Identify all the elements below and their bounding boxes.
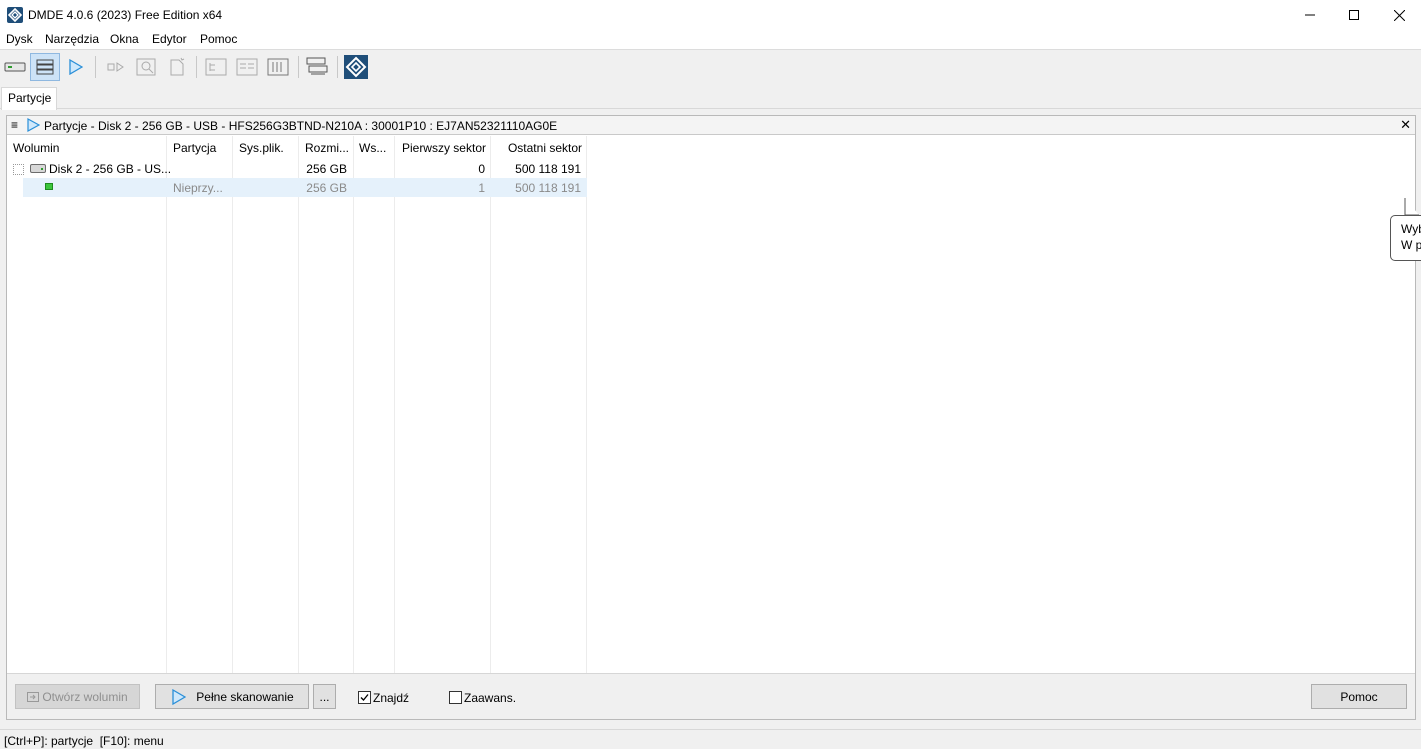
status-text: [Ctrl+P]: partycje [F10]: menu — [4, 734, 164, 748]
open-volume-label: Otwórz wolumin — [42, 689, 128, 704]
cell-last-sector: 500 118 191 — [515, 181, 581, 195]
cell-rozmiar: 256 GB — [306, 162, 347, 176]
tooltip-balloon: Wyb W p — [1390, 215, 1421, 261]
cell-first-sector: 0 — [478, 162, 485, 176]
column-divider — [353, 136, 354, 673]
toolbar-separator — [196, 56, 197, 78]
list-view-icon[interactable] — [232, 53, 262, 81]
partitions-button[interactable] — [30, 53, 60, 81]
panel-header: ≡ Partycje - Disk 2 - 256 GB - USB - HFS… — [7, 116, 1415, 135]
cell-partycja: Nieprzy... — [173, 181, 223, 195]
search-icon[interactable] — [131, 53, 161, 81]
full-scan-label: Pełne skanowanie — [196, 689, 294, 704]
cell-last-sector: 500 118 191 — [515, 162, 581, 176]
menu-bar: Dysk Narzędzia Okna Edytor Pomoc — [0, 30, 1421, 50]
menu-pomoc[interactable]: Pomoc — [200, 32, 237, 46]
tab-strip: Partycje — [0, 85, 1421, 110]
tooltip-line-2: W p — [1401, 238, 1421, 252]
panel-bottom-bar: Otwórz wolumin Pełne skanowanie ... Znaj… — [7, 673, 1415, 719]
panel-close-icon[interactable]: ✕ — [1400, 117, 1411, 133]
open-volume-button[interactable]: Otwórz wolumin — [15, 684, 140, 709]
select-drive-button[interactable] — [0, 53, 30, 81]
find-checkbox[interactable] — [358, 691, 371, 704]
panel-menu-icon[interactable]: ≡ — [11, 118, 18, 132]
tab-partycje[interactable]: Partycje — [1, 87, 57, 110]
table-row[interactable]: Nieprzy... 256 GB 1 500 118 191 — [23, 178, 587, 197]
advanced-checkbox[interactable] — [449, 691, 462, 704]
advanced-label: Zaawans. — [464, 691, 517, 705]
column-headers: Wolumin Partycja Sys.plik. Rozmi... Ws..… — [7, 136, 1415, 158]
partitions-panel: ≡ Partycje - Disk 2 - 256 GB - USB - HFS… — [6, 115, 1416, 720]
windows-layout-icon[interactable] — [302, 53, 332, 81]
menu-okna[interactable]: Okna — [110, 32, 139, 46]
column-header-rozmiar[interactable]: Rozmi... — [305, 141, 349, 155]
title-bar: DMDE 4.0.6 (2023) Free Edition x64 — [0, 0, 1421, 30]
panel-title: Partycje - Disk 2 - 256 GB - USB - HFS25… — [44, 119, 558, 133]
play-icon[interactable] — [26, 117, 41, 135]
menu-narzedzia[interactable]: Narzędzia — [45, 32, 99, 46]
column-header-last-sector[interactable]: Ostatni sektor — [491, 141, 582, 155]
close-button[interactable] — [1376, 0, 1421, 30]
tooltip-line-1: Wyb — [1401, 222, 1421, 236]
column-header-sys[interactable]: Sys.plik. — [239, 141, 284, 155]
minimize-button[interactable] — [1287, 0, 1333, 30]
status-bar: [Ctrl+P]: partycje [F10]: menu — [0, 729, 1421, 749]
toolbar — [0, 51, 1421, 84]
window-title: DMDE 4.0.6 (2023) Free Edition x64 — [28, 8, 223, 22]
details-view-icon[interactable] — [263, 53, 293, 81]
new-file-icon[interactable] — [162, 53, 192, 81]
disk-icon — [30, 164, 46, 173]
cell-rozmiar: 256 GB — [306, 181, 347, 195]
play-icon[interactable] — [60, 53, 90, 81]
help-button[interactable]: Pomoc — [1311, 684, 1407, 709]
column-divider — [586, 136, 587, 673]
find-label: Znajdź — [373, 691, 410, 705]
column-header-first-sector[interactable]: Pierwszy sektor — [395, 141, 486, 155]
toolbar-separator — [95, 56, 96, 78]
partition-icon — [45, 183, 53, 190]
cell-first-sector: 1 — [478, 181, 485, 195]
dmde-logo-icon — [7, 7, 23, 23]
column-divider — [232, 136, 233, 673]
menu-edytor[interactable]: Edytor — [152, 32, 187, 46]
menu-dysk[interactable]: Dysk — [6, 32, 33, 46]
tree-expander[interactable] — [13, 164, 24, 175]
column-divider — [394, 136, 395, 673]
column-header-wolumin[interactable]: Wolumin — [13, 141, 59, 155]
column-header-partycja[interactable]: Partycja — [173, 141, 216, 155]
column-divider — [166, 136, 167, 673]
column-divider — [298, 136, 299, 673]
cell-wolumin: Disk 2 - 256 GB - US... — [49, 162, 172, 176]
more-options-button[interactable]: ... — [313, 684, 336, 709]
table-row[interactable]: Disk 2 - 256 GB - US... 256 GB 0 500 118… — [7, 159, 587, 178]
full-scan-button[interactable]: Pełne skanowanie — [155, 684, 309, 709]
open-volume-icon[interactable] — [102, 53, 132, 81]
toolbar-separator — [337, 56, 338, 78]
column-header-ws[interactable]: Ws... — [359, 141, 386, 155]
toolbar-separator — [298, 56, 299, 78]
maximize-button[interactable] — [1331, 0, 1377, 30]
tree-view-icon[interactable] — [201, 53, 231, 81]
column-divider — [490, 136, 491, 673]
dmde-about-icon[interactable] — [341, 53, 371, 81]
